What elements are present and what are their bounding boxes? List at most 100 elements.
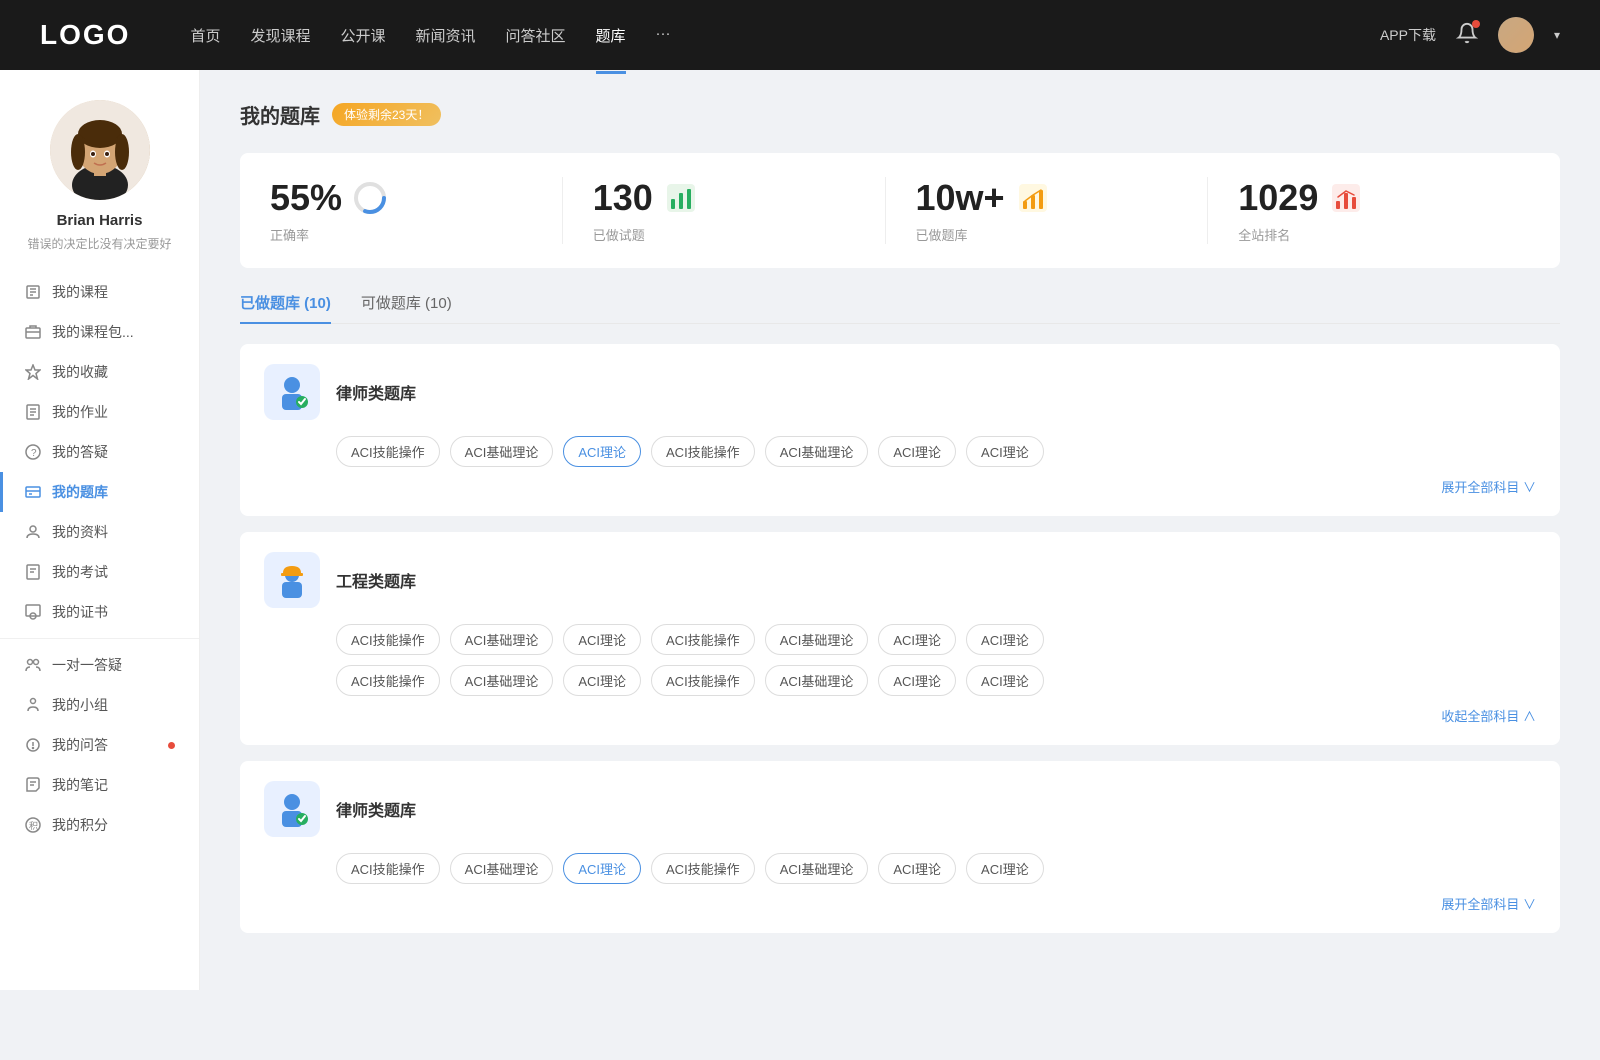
svg-text:?: ?: [31, 448, 37, 459]
sidebar-item-cert[interactable]: 我的证书: [0, 592, 199, 632]
sidebar: Brian Harris 错误的决定比没有决定要好 我的课程 我的课程包... …: [0, 70, 200, 990]
stat-accuracy: 55% 正确率: [270, 177, 563, 244]
bank-card-lawyer-1-header: 律师类题库: [264, 364, 1536, 420]
tag[interactable]: ACI基础理论: [765, 665, 869, 696]
answer-icon: [24, 736, 42, 754]
tag[interactable]: ACI技能操作: [651, 624, 755, 655]
page-wrapper: Brian Harris 错误的决定比没有决定要好 我的课程 我的课程包... …: [0, 70, 1600, 990]
tag[interactable]: ACI技能操作: [651, 665, 755, 696]
nav-news[interactable]: 新闻资讯: [416, 21, 476, 50]
tag[interactable]: ACI基础理论: [765, 436, 869, 467]
lawyer-icon-2: [264, 781, 320, 837]
star-icon: [24, 363, 42, 381]
nav-bank[interactable]: 题库: [596, 21, 626, 50]
tag[interactable]: ACI技能操作: [336, 853, 440, 884]
bank-card-lawyer-2-tags: ACI技能操作 ACI基础理论 ACI理论 ACI技能操作 ACI基础理论 AC…: [264, 853, 1536, 884]
bank-card-lawyer-2-title: 律师类题库: [336, 797, 416, 821]
bank-card-lawyer-1: 律师类题库 ACI技能操作 ACI基础理论 ACI理论 ACI技能操作 ACI基…: [240, 344, 1560, 516]
tag[interactable]: ACI基础理论: [450, 624, 554, 655]
stats-card: 55% 正确率 130: [240, 153, 1560, 268]
tag-active[interactable]: ACI理论: [563, 853, 641, 884]
tag[interactable]: ACI理论: [966, 853, 1044, 884]
tag[interactable]: ACI技能操作: [336, 624, 440, 655]
engineer-icon: [264, 552, 320, 608]
bank-icon: [24, 483, 42, 501]
nav-home[interactable]: 首页: [190, 21, 220, 50]
tag[interactable]: ACI基础理论: [450, 853, 554, 884]
sidebar-item-answer-label: 我的问答: [52, 735, 156, 755]
package-icon: [24, 323, 42, 341]
sidebar-item-courses-label: 我的课程: [52, 282, 175, 302]
sidebar-item-exam-label: 我的考试: [52, 562, 175, 582]
trial-badge: 体验剩余23天！: [332, 103, 441, 126]
notification-dot: [1472, 20, 1480, 28]
tag[interactable]: ACI技能操作: [336, 665, 440, 696]
sidebar-item-one-on-one[interactable]: 一对一答疑: [0, 645, 199, 685]
stat-done-banks: 10w+ 已做题库: [886, 177, 1209, 244]
sidebar-item-notes[interactable]: 我的笔记: [0, 765, 199, 805]
accuracy-icon: [352, 180, 388, 216]
tag[interactable]: ACI理论: [966, 436, 1044, 467]
tag[interactable]: ACI基础理论: [450, 436, 554, 467]
tag[interactable]: ACI技能操作: [336, 436, 440, 467]
tag[interactable]: ACI技能操作: [651, 436, 755, 467]
sidebar-item-bank-label: 我的题库: [52, 482, 175, 502]
cert-icon: [24, 603, 42, 621]
sidebar-item-qa[interactable]: ? 我的答疑: [0, 432, 199, 472]
group-icon: [24, 696, 42, 714]
question-icon: ?: [24, 443, 42, 461]
nav-qa[interactable]: 问答社区: [506, 21, 566, 50]
sidebar-item-favorites[interactable]: 我的收藏: [0, 352, 199, 392]
sidebar-item-group-label: 我的小组: [52, 695, 175, 715]
tag[interactable]: ACI理论: [563, 665, 641, 696]
logo: LOGO: [40, 19, 130, 51]
sidebar-item-group[interactable]: 我的小组: [0, 685, 199, 725]
sidebar-avatar: [50, 100, 150, 200]
done-questions-icon: [663, 180, 699, 216]
stat-ranking-label: 全站排名: [1238, 225, 1290, 244]
lawyer-icon: [264, 364, 320, 420]
sidebar-item-packages[interactable]: 我的课程包...: [0, 312, 199, 352]
stat-done-questions-value: 130: [593, 177, 653, 219]
expand-button-1[interactable]: 展开全部科目 ∨: [264, 477, 1536, 496]
nav-discover[interactable]: 发现课程: [250, 21, 310, 50]
notification-bell[interactable]: [1456, 22, 1478, 49]
tag[interactable]: ACI理论: [878, 665, 956, 696]
app-download-link[interactable]: APP下载: [1380, 25, 1436, 45]
homework-icon: [24, 403, 42, 421]
page-title: 我的题库: [240, 100, 320, 129]
tag[interactable]: ACI基础理论: [765, 624, 869, 655]
svg-text:积: 积: [29, 820, 38, 831]
user-motto: 错误的决定比没有决定要好: [17, 235, 181, 252]
exam-icon: [24, 563, 42, 581]
sidebar-item-points[interactable]: 积 我的积分: [0, 805, 199, 845]
sidebar-item-courses[interactable]: 我的课程: [0, 272, 199, 312]
sidebar-item-bank[interactable]: 我的题库: [0, 472, 199, 512]
collapse-button[interactable]: 收起全部科目 ∧: [264, 706, 1536, 725]
nav-more[interactable]: ···: [656, 21, 671, 50]
bank-card-engineer-tags-row1: ACI技能操作 ACI基础理论 ACI理论 ACI技能操作 ACI基础理论 AC…: [264, 624, 1536, 655]
tag[interactable]: ACI理论: [966, 624, 1044, 655]
tag[interactable]: ACI理论: [878, 624, 956, 655]
tag[interactable]: ACI理论: [966, 665, 1044, 696]
tag-active[interactable]: ACI理论: [563, 436, 641, 467]
stat-done-questions: 130 已做试题: [563, 177, 886, 244]
sidebar-item-homework[interactable]: 我的作业: [0, 392, 199, 432]
sidebar-item-answer[interactable]: 我的问答: [0, 725, 199, 765]
avatar[interactable]: [1498, 17, 1534, 53]
sidebar-item-points-label: 我的积分: [52, 815, 175, 835]
expand-button-3[interactable]: 展开全部科目 ∨: [264, 894, 1536, 913]
tag[interactable]: ACI技能操作: [651, 853, 755, 884]
bank-card-engineer-title: 工程类题库: [336, 568, 416, 592]
tag[interactable]: ACI理论: [878, 436, 956, 467]
sidebar-item-profile[interactable]: 我的资料: [0, 512, 199, 552]
sidebar-item-exam[interactable]: 我的考试: [0, 552, 199, 592]
tab-done-banks[interactable]: 已做题库 (10): [240, 292, 331, 323]
tag[interactable]: ACI基础理论: [450, 665, 554, 696]
nav-openclass[interactable]: 公开课: [340, 21, 385, 50]
tag[interactable]: ACI理论: [563, 624, 641, 655]
tab-available-banks[interactable]: 可做题库 (10): [361, 292, 452, 323]
tag[interactable]: ACI基础理论: [765, 853, 869, 884]
tag[interactable]: ACI理论: [878, 853, 956, 884]
user-name: Brian Harris: [57, 212, 143, 229]
